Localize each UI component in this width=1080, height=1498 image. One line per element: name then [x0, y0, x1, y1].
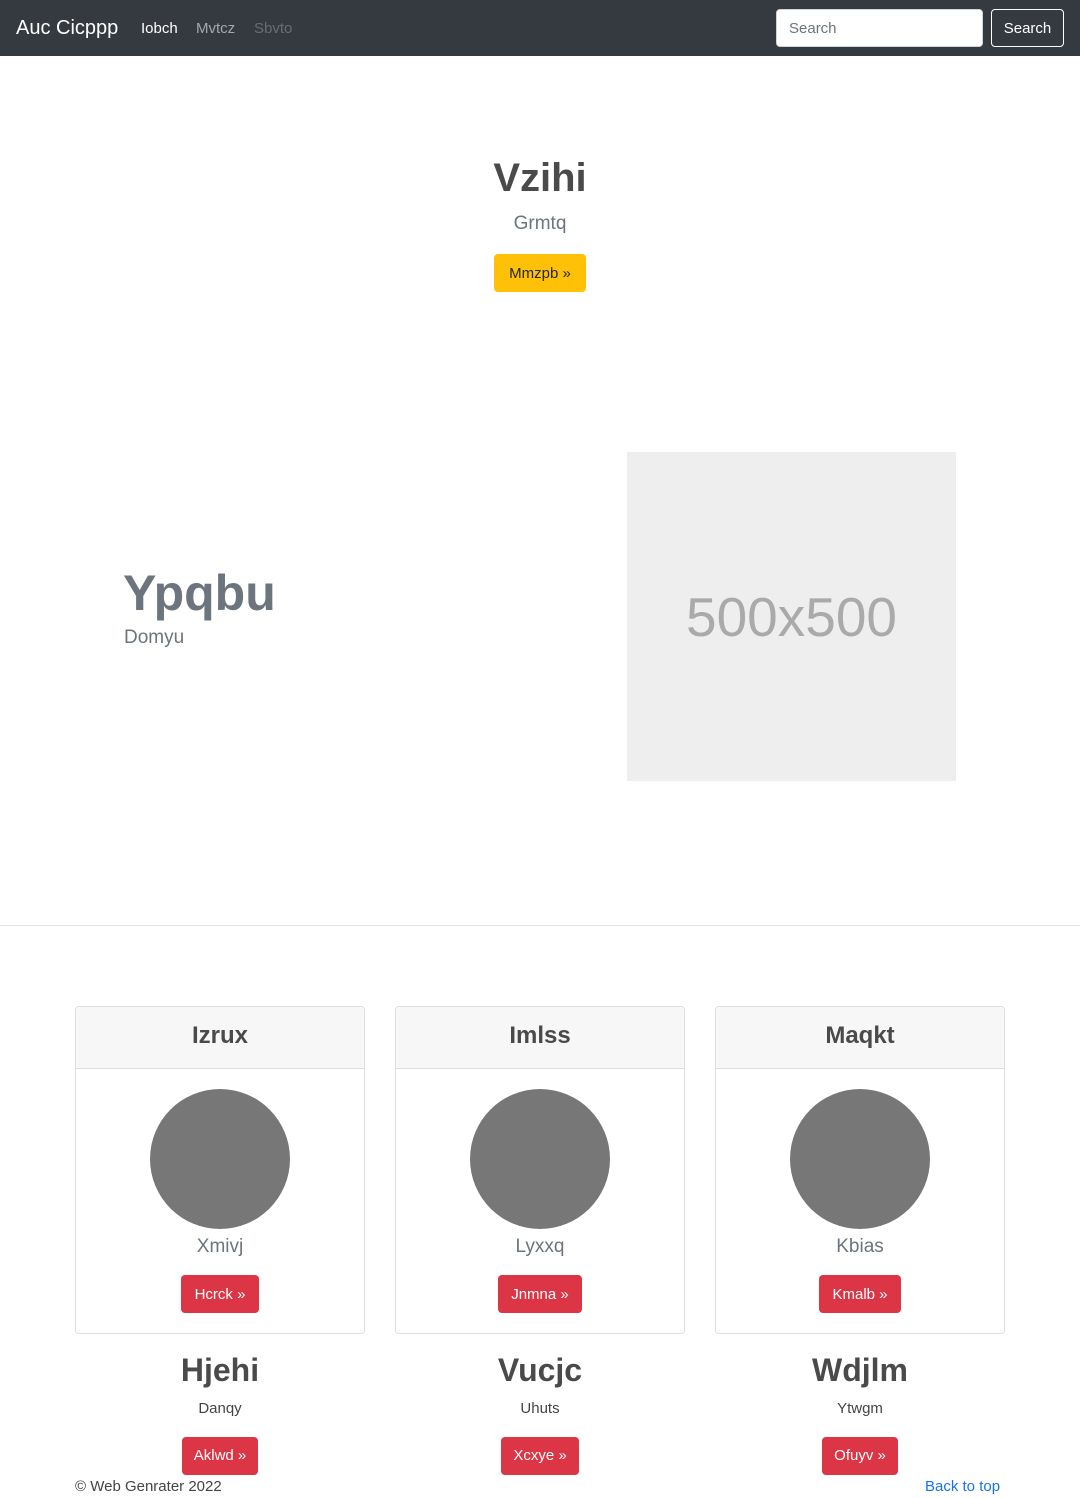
- card-text: Kbias: [836, 1236, 884, 1257]
- feature-column: Hjehi Danqy Aklwd »: [75, 1350, 365, 1475]
- card-button[interactable]: Kmalb »: [819, 1275, 901, 1313]
- column-button[interactable]: Aklwd »: [181, 1437, 259, 1475]
- feature-title: Ypqbu: [123, 565, 276, 621]
- card-header: Izrux: [76, 1007, 364, 1069]
- card-text: Xmivj: [196, 1236, 244, 1257]
- column-text: Danqy: [198, 1400, 242, 1417]
- card: Maqkt Kbias Kmalb »: [715, 1006, 1005, 1334]
- nav-link-disabled: Sbvto: [254, 20, 293, 37]
- card-header: Imlss: [396, 1007, 684, 1069]
- navbar-brand[interactable]: Auc Cicppp: [16, 15, 118, 41]
- footer-copyright: © Web Genrater 2022: [75, 1478, 222, 1495]
- column-text: Ytwgm: [837, 1400, 883, 1417]
- section-divider: [0, 925, 1080, 926]
- nav-link[interactable]: Mvtcz: [196, 19, 235, 39]
- column-button[interactable]: Xcxye »: [501, 1437, 579, 1475]
- avatar: [150, 1089, 290, 1229]
- hero-button[interactable]: Mmzpb »: [494, 254, 586, 292]
- placeholder-image-text: 500x500: [685, 585, 898, 648]
- placeholder-image: 500x500: [627, 452, 956, 781]
- card-button[interactable]: Jnmna »: [498, 1275, 582, 1313]
- card-text: Lyxxq: [515, 1236, 565, 1257]
- feature-column: Wdjlm Ytwgm Ofuyv »: [715, 1350, 1005, 1475]
- hero-subtitle: Grmtq: [513, 213, 567, 234]
- column-title: Wdjlm: [812, 1352, 908, 1388]
- column-button[interactable]: Ofuyv »: [822, 1437, 898, 1475]
- card-header: Maqkt: [716, 1007, 1004, 1069]
- column-title: Hjehi: [180, 1352, 260, 1388]
- feature-column: Vucjc Uhuts Xcxye »: [395, 1350, 685, 1475]
- back-to-top-link[interactable]: Back to top: [925, 1477, 1000, 1497]
- navbar: Auc Cicppp Iobch Mvtcz Sbvto Search: [0, 0, 1080, 56]
- card: Imlss Lyxxq Jnmna »: [395, 1006, 685, 1334]
- feature-subtitle: Domyu: [124, 627, 185, 648]
- avatar: [470, 1089, 610, 1229]
- search-input[interactable]: [776, 9, 983, 47]
- search-button[interactable]: Search: [991, 9, 1064, 47]
- card: Izrux Xmivj Hcrck »: [75, 1006, 365, 1334]
- hero-title: Vzihi: [493, 156, 587, 200]
- column-title: Vucjc: [497, 1352, 583, 1388]
- column-text: Uhuts: [520, 1400, 560, 1417]
- card-button[interactable]: Hcrck »: [181, 1275, 259, 1313]
- nav-link-active[interactable]: Iobch: [141, 19, 178, 39]
- avatar: [790, 1089, 930, 1229]
